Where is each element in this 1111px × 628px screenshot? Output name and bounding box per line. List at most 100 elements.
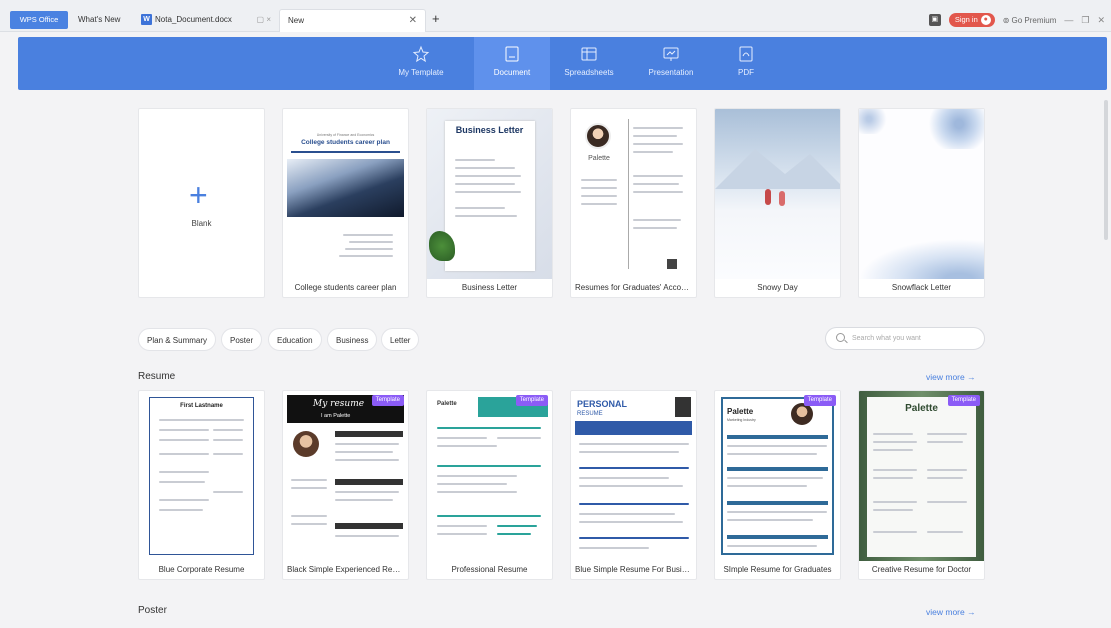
tab-wps-office[interactable]: WPS Office: [10, 11, 68, 29]
template-thumbnail: Palette Template: [859, 391, 984, 561]
category-label: PDF: [738, 68, 754, 77]
section-title-poster: Poster: [138, 605, 167, 616]
template-card[interactable]: University of Finance and Economics Coll…: [282, 108, 409, 298]
template-badge: Template: [947, 395, 980, 406]
template-thumbnail: Palette Marketing Industry Template: [715, 391, 840, 561]
photo: [675, 397, 691, 417]
thumb-title: Business Letter: [455, 125, 524, 135]
title-bar: WPS Office What's New W Nota_Document.doc…: [0, 0, 1111, 32]
avatar: [293, 431, 319, 457]
template-card[interactable]: Palette Template Professional Resume: [426, 390, 553, 580]
thumb-name: Palette: [588, 155, 610, 162]
template-title: SImple Resume for Graduates: [723, 565, 832, 574]
thumb-subheading: Marketing Industry: [727, 418, 756, 422]
go-premium-button[interactable]: ⊚ Go Premium: [1003, 16, 1057, 25]
chip-education[interactable]: Education: [268, 328, 322, 351]
template-thumbnail: Business Letter: [427, 109, 552, 279]
template-title: Blue Corporate Resume: [158, 565, 245, 574]
template-card[interactable]: Business Letter Business Letter: [426, 108, 553, 298]
thumb-subheading: I am Palette: [321, 413, 351, 419]
document-icon: [505, 46, 519, 62]
category-label: Spreadsheets: [564, 68, 614, 77]
tab-document[interactable]: W Nota_Document.docx ▢ ×: [133, 9, 279, 31]
template-title: Professional Resume: [451, 565, 528, 574]
new-tab-plus-icon[interactable]: +: [432, 11, 440, 27]
premium-icon: ⊚: [1002, 15, 1010, 25]
restore-icon[interactable]: ❐: [1081, 15, 1089, 26]
close-window-icon[interactable]: ✕: [1097, 15, 1105, 26]
template-badge: Template: [371, 395, 404, 406]
scrollbar[interactable]: [1104, 100, 1108, 240]
category-label: Document: [493, 68, 531, 77]
template-title: Resumes for Graduates' Accou...: [575, 283, 693, 292]
thumb-name: Palette: [727, 407, 754, 416]
chip-poster[interactable]: Poster: [221, 328, 263, 351]
template-card[interactable]: Snowy Day: [714, 108, 841, 298]
search-input[interactable]: Search what you want: [825, 327, 985, 350]
window-controls: ▣ Sign in ● ⊚ Go Premium — ❐ ✕: [928, 11, 1105, 29]
qr-code-icon: [667, 259, 677, 269]
pdf-icon: [739, 46, 753, 62]
tab-whats-new[interactable]: What's New: [70, 9, 130, 31]
template-title: Snowy Day: [757, 283, 798, 292]
category-label: My Template: [398, 68, 444, 77]
template-badge: Template: [515, 395, 548, 406]
template-thumbnail: First Lastname: [139, 391, 264, 561]
blank-label: Blank: [191, 219, 212, 228]
search-icon: [836, 333, 845, 342]
section-title-resume: Resume: [138, 371, 176, 382]
thumb-header: University of Finance and Economics: [316, 133, 375, 137]
template-card[interactable]: Snowflack Letter: [858, 108, 985, 298]
chip-business[interactable]: Business: [327, 328, 378, 351]
snowflake-decoration: [924, 109, 984, 149]
category-presentation[interactable]: Presentation: [633, 37, 709, 90]
view-more-resume-link[interactable]: view more →: [926, 372, 976, 382]
template-thumbnail: [859, 109, 984, 279]
template-card[interactable]: First Lastname Blue Corporate Resume: [138, 390, 265, 580]
chip-letter[interactable]: Letter: [381, 328, 420, 351]
avatar: [791, 403, 813, 425]
thumb-title: College students career plan: [301, 139, 390, 146]
template-card[interactable]: Palette Marketing Industry Template SImp…: [714, 390, 841, 580]
search-placeholder: Search what you want: [852, 335, 921, 342]
sign-in-button[interactable]: Sign in ●: [948, 13, 995, 27]
tab-new[interactable]: New ✕: [279, 9, 426, 32]
template-title: Business Letter: [461, 283, 518, 292]
spreadsheet-icon: [581, 47, 597, 61]
tab-document-label: Nota_Document.docx: [155, 15, 232, 24]
template-card[interactable]: My resume I am Palette Template Black Si…: [282, 390, 409, 580]
view-more-poster-link[interactable]: view more →: [926, 607, 976, 617]
category-banner: My Template Document Spreadsheets Presen…: [18, 37, 1107, 90]
thumb-heading: PERSONAL: [577, 399, 628, 409]
category-my-template[interactable]: My Template: [383, 37, 459, 90]
template-card[interactable]: PERSONAL RESUME Blue Simple Resume For B…: [570, 390, 697, 580]
person-figure: [765, 189, 771, 205]
plus-icon: +: [189, 177, 208, 213]
chip-plan-summary[interactable]: Plan & Summary: [138, 328, 217, 351]
template-title: College students career plan: [294, 283, 397, 292]
thumb-name: Palette: [437, 401, 457, 407]
thumb-name: First Lastname: [180, 403, 223, 409]
tab-document-controls[interactable]: ▢ ×: [257, 9, 271, 31]
avatar: [585, 123, 611, 149]
thumb-subheading: RESUME: [577, 411, 603, 417]
minimize-icon[interactable]: —: [1064, 15, 1073, 25]
template-thumbnail: My resume I am Palette Template: [283, 391, 408, 561]
category-pdf[interactable]: PDF: [708, 37, 784, 90]
building-photo: [287, 159, 404, 217]
template-thumbnail: Palette: [571, 109, 696, 279]
sign-in-label: Sign in: [954, 15, 978, 24]
template-card[interactable]: Palette Template Creative Resume for Doc…: [858, 390, 985, 580]
template-card[interactable]: Palette Resumes for Graduates' Accou...: [570, 108, 697, 298]
template-thumbnail: [715, 109, 840, 279]
category-label: Presentation: [648, 68, 694, 77]
category-document[interactable]: Document: [474, 37, 550, 90]
template-title: Black Simple Experienced Resu...: [287, 565, 408, 574]
word-doc-icon: W: [141, 14, 152, 26]
skin-icon[interactable]: ▣: [928, 14, 941, 26]
template-badge: Template: [803, 395, 836, 406]
close-tab-icon[interactable]: ✕: [409, 10, 417, 32]
person-figure: [779, 191, 785, 206]
category-spreadsheets[interactable]: Spreadsheets: [551, 37, 627, 90]
blank-template-card[interactable]: + Blank: [138, 108, 265, 298]
